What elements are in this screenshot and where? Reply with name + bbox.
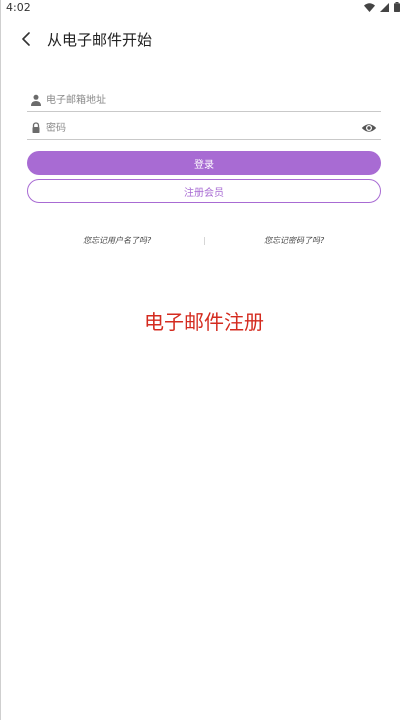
wifi-icon bbox=[364, 2, 375, 12]
status-bar: 4:02 bbox=[1, 0, 406, 16]
email-field bbox=[27, 90, 381, 112]
app-screen: 4:02 从电子邮件开始 电子邮箱地址 登录 注册会员 您忘记用户名了吗? 您忘… bbox=[0, 0, 406, 720]
password-input[interactable] bbox=[46, 119, 346, 137]
banner-title: 电子邮件注册 bbox=[144, 310, 264, 334]
eye-icon[interactable] bbox=[361, 121, 377, 135]
links-divider bbox=[204, 237, 205, 245]
header: 从电子邮件开始 bbox=[1, 22, 406, 56]
forgot-password-link[interactable]: 您忘记密码了吗? bbox=[264, 235, 324, 246]
lock-icon bbox=[32, 122, 40, 133]
back-button[interactable] bbox=[15, 28, 37, 50]
person-icon bbox=[31, 94, 41, 106]
status-icons bbox=[364, 2, 400, 12]
status-time: 4:02 bbox=[6, 1, 31, 14]
back-arrow-icon bbox=[22, 32, 30, 46]
forgot-links: 您忘记用户名了吗? 您忘记密码了吗? bbox=[1, 235, 406, 249]
page-title: 从电子邮件开始 bbox=[47, 31, 153, 49]
battery-icon bbox=[394, 2, 400, 12]
forgot-username-link[interactable]: 您忘记用户名了吗? bbox=[83, 235, 151, 246]
signal-icon bbox=[380, 2, 389, 12]
login-button[interactable]: 登录 bbox=[27, 151, 381, 175]
email-input[interactable] bbox=[46, 91, 346, 109]
register-button[interactable]: 注册会员 bbox=[27, 179, 381, 203]
password-field bbox=[27, 118, 381, 140]
